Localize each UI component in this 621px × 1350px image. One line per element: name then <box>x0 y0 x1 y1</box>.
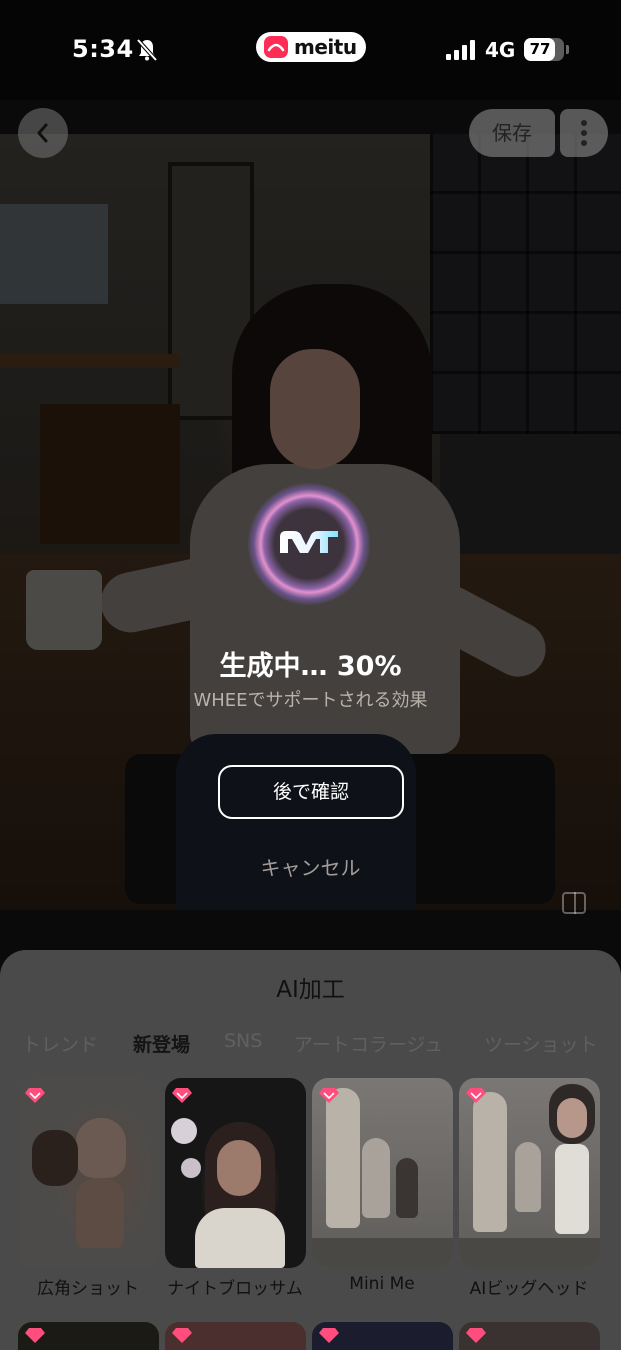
battery-percent: 77 <box>529 40 551 58</box>
vip-gem-icon <box>319 1328 339 1343</box>
more-options-button[interactable] <box>560 109 608 157</box>
powered-by-text: WHEEでサポートされる効果 <box>193 690 428 711</box>
chevron-left-icon <box>37 123 48 143</box>
effect-label: ナイトブロッサム <box>167 1279 303 1299</box>
cancel-button[interactable]: キャンセル <box>0 852 621 881</box>
vip-gem-icon <box>466 1088 486 1103</box>
vip-gem-icon <box>172 1088 192 1103</box>
back-button[interactable] <box>18 108 68 158</box>
category-tabs: トレンド 新登場 SNS アートコラージュ ツーショット <box>0 1030 621 1066</box>
meitu-m-logo-icon <box>280 531 338 553</box>
effect-label: Mini Me <box>349 1274 415 1294</box>
effect-label: AIビッグヘッド <box>469 1279 589 1299</box>
battery-icon: 77 <box>524 38 564 61</box>
vip-gem-icon <box>25 1328 45 1343</box>
progress-status: 生成中… 30% <box>219 651 402 682</box>
meitu-logo-icon <box>264 36 288 58</box>
effect-card-night-blossom[interactable] <box>165 1078 306 1268</box>
save-button[interactable]: 保存 <box>469 109 555 157</box>
meitu-brand-pill: meitu <box>256 32 366 62</box>
ai-effects-sheet: AI加工 トレンド 新登場 SNS アートコラージュ ツーショット 広角ショット… <box>0 950 621 1350</box>
tab-sns[interactable]: SNS <box>224 1030 262 1052</box>
effect-card-wide-angle[interactable] <box>18 1078 159 1268</box>
check-later-button[interactable]: 後で確認 <box>218 765 404 819</box>
status-time: 5:34 <box>72 35 134 63</box>
tab-trend[interactable]: トレンド <box>22 1030 98 1057</box>
tab-new[interactable]: 新登場 <box>133 1030 190 1057</box>
tab-two-shot[interactable]: ツーショット <box>484 1030 598 1057</box>
vip-gem-icon <box>25 1088 45 1103</box>
effect-card-mini-me[interactable] <box>312 1078 453 1268</box>
vip-gem-icon <box>319 1088 339 1103</box>
brand-name: meitu <box>294 35 357 59</box>
vip-gem-icon <box>466 1328 486 1343</box>
effect-card-ai-big-head[interactable] <box>459 1078 600 1268</box>
status-bar: 5:34 meitu 4G 77 <box>0 0 621 100</box>
network-type: 4G <box>485 38 516 62</box>
tab-art-collage[interactable]: アートコラージュ <box>294 1030 443 1057</box>
vip-gem-icon <box>172 1328 192 1343</box>
compare-icon[interactable] <box>562 892 586 914</box>
signal-icon <box>446 40 476 60</box>
progress-ring <box>248 483 370 605</box>
bell-muted-icon <box>136 38 158 62</box>
effect-label: 広角ショット <box>37 1279 139 1299</box>
sheet-title: AI加工 <box>276 977 345 1003</box>
